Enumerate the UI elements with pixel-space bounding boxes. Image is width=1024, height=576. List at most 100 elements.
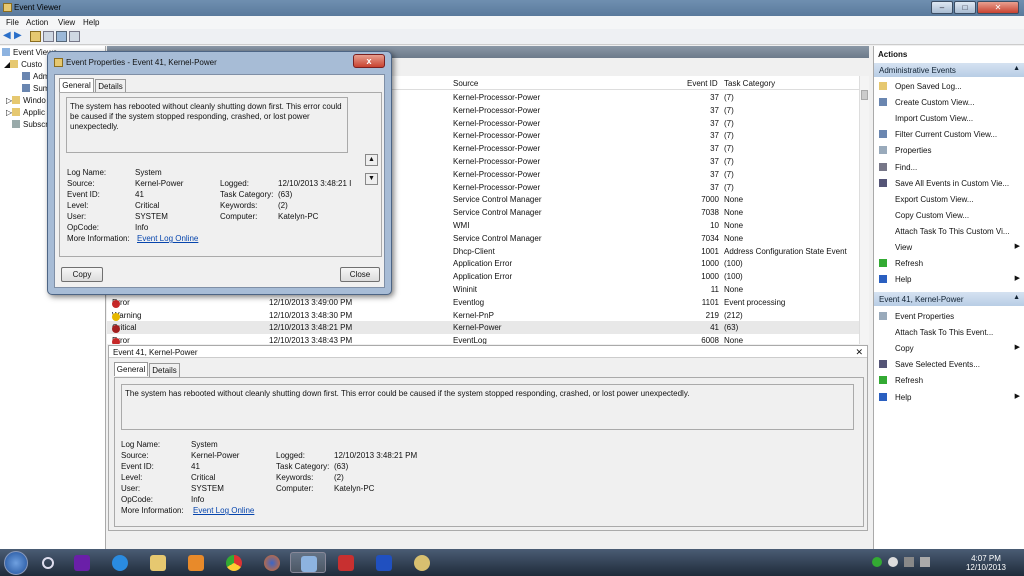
menu-help[interactable]: Help bbox=[83, 18, 99, 27]
tree-item-custom-views[interactable]: ◢ Custo bbox=[4, 60, 42, 69]
import-icon bbox=[879, 114, 887, 122]
source-cell: Kernel-PnP bbox=[453, 310, 494, 320]
action-properties[interactable]: Properties bbox=[874, 143, 1024, 157]
taskbar-paint[interactable] bbox=[404, 552, 440, 573]
volume-icon[interactable] bbox=[920, 557, 930, 567]
action-export-custom-view[interactable]: Export Custom View... bbox=[874, 192, 1024, 206]
clock-time: 4:07 PM bbox=[971, 554, 1001, 563]
action-open-saved-log[interactable]: Open Saved Log... bbox=[874, 79, 1024, 93]
dialog-close-icon[interactable]: x bbox=[353, 54, 385, 68]
event-id-cell: 7038 bbox=[701, 208, 719, 218]
next-event-icon[interactable]: ▼ bbox=[365, 173, 378, 185]
menu-action[interactable]: Action bbox=[26, 18, 48, 27]
task-category-cell: (7) bbox=[724, 169, 734, 179]
tree-item-windows-logs[interactable]: ▷ Windo bbox=[6, 96, 46, 105]
tray-icon[interactable] bbox=[872, 557, 882, 567]
clock[interactable]: 4:07 PM 12/10/2013 bbox=[966, 554, 1006, 572]
show-hide-tree-icon[interactable] bbox=[43, 31, 54, 42]
event-viewer-icon bbox=[3, 3, 12, 12]
taskbar-event-viewer[interactable] bbox=[290, 552, 326, 573]
collapse-icon[interactable]: ▲ bbox=[1013, 65, 1020, 72]
date-cell: 12/10/2013 3:48:43 PM bbox=[269, 336, 353, 344]
action-copy[interactable]: Copy ▶ bbox=[874, 341, 1024, 355]
action-attach-task-to-this-custom-vi[interactable]: Attach Task To This Custom Vi... bbox=[874, 224, 1024, 238]
taskbar-toolbox[interactable] bbox=[328, 552, 364, 573]
forward-icon[interactable]: ▶ bbox=[14, 31, 25, 42]
event-list-scrollbar[interactable] bbox=[859, 76, 869, 344]
dlg-value-log-name: System bbox=[135, 168, 162, 177]
event-id-cell: 37 bbox=[710, 131, 719, 141]
dlg-value-opcode: Info bbox=[135, 223, 149, 232]
event-log-online-link[interactable]: Event Log Online bbox=[193, 506, 254, 515]
dlg-event-log-online-link[interactable]: Event Log Online bbox=[137, 234, 198, 243]
detail-close-icon[interactable]: ✕ bbox=[855, 347, 863, 358]
taskbar-remote-desktop[interactable] bbox=[366, 552, 402, 573]
action-attach-task-to-this-event[interactable]: Attach Task To This Event... bbox=[874, 325, 1024, 339]
action-find[interactable]: Find... bbox=[874, 160, 1024, 174]
taskbar-explorer[interactable] bbox=[140, 552, 176, 573]
folder-icon[interactable] bbox=[30, 31, 41, 42]
filter-icon bbox=[22, 84, 30, 92]
table-row[interactable]: Error 12/10/2013 3:48:43 PM EventLog 6008 No… bbox=[107, 334, 859, 344]
action-refresh[interactable]: Refresh bbox=[874, 256, 1024, 270]
properties-icon[interactable] bbox=[69, 31, 80, 42]
previous-event-icon[interactable]: ▲ bbox=[365, 154, 378, 166]
detail-header: Event 41, Kernel-Power ✕ bbox=[109, 346, 867, 358]
taskbar-media-player[interactable] bbox=[178, 552, 214, 573]
dialog-close-button[interactable]: Close bbox=[340, 267, 380, 282]
action-copy-custom-view[interactable]: Copy Custom View... bbox=[874, 208, 1024, 222]
taskbar-internet-explorer[interactable] bbox=[102, 552, 138, 573]
menu-view[interactable]: View bbox=[58, 18, 75, 27]
taskbar-yahoo[interactable] bbox=[64, 552, 100, 573]
help-icon[interactable] bbox=[56, 31, 67, 42]
paint-icon bbox=[414, 555, 430, 571]
collapse-icon[interactable]: ▲ bbox=[1013, 294, 1020, 301]
taskbar-chrome[interactable] bbox=[216, 552, 252, 573]
value-opcode: Info bbox=[191, 495, 205, 504]
action-label: Event Properties bbox=[895, 312, 955, 321]
action-filter-current-custom-view[interactable]: Filter Current Custom View... bbox=[874, 127, 1024, 141]
event-id-cell: 1000 bbox=[701, 272, 719, 282]
action-event-properties[interactable]: Event Properties bbox=[874, 309, 1024, 323]
source-cell: Service Control Manager bbox=[453, 233, 542, 243]
tree-item-summary[interactable]: Sum bbox=[22, 84, 49, 93]
action-create-custom-view[interactable]: Create Custom View... bbox=[874, 95, 1024, 109]
taskbar-firefox[interactable] bbox=[254, 552, 290, 573]
table-row[interactable]: Critical 12/10/2013 3:48:21 PM Kernel-Powe… bbox=[107, 321, 859, 335]
action-refresh[interactable]: Refresh bbox=[874, 373, 1024, 387]
menu-file[interactable]: File bbox=[6, 18, 19, 27]
dialog-tab-details[interactable]: Details bbox=[95, 79, 126, 93]
start-button[interactable] bbox=[4, 551, 28, 575]
table-row[interactable]: Error 12/10/2013 3:49:00 PM Eventlog 1101 Ev… bbox=[107, 296, 859, 309]
value-logged: 12/10/2013 3:48:21 PM bbox=[334, 451, 418, 460]
tray-icon[interactable] bbox=[888, 557, 898, 567]
power-icon[interactable] bbox=[42, 557, 54, 569]
action-save-selected-events[interactable]: Save Selected Events... bbox=[874, 357, 1024, 371]
actions-section-event[interactable]: Event 41, Kernel-Power ▲ bbox=[874, 292, 1024, 306]
actions-section-administrative-events[interactable]: Administrative Events ▲ bbox=[874, 63, 1024, 77]
action-view[interactable]: View ▶ bbox=[874, 240, 1024, 254]
back-icon[interactable]: ◀ bbox=[3, 31, 14, 42]
tree-item-subscriptions[interactable]: Subscri bbox=[12, 120, 50, 129]
network-icon[interactable] bbox=[904, 557, 914, 567]
column-source[interactable]: Source bbox=[453, 79, 478, 88]
maximize-button[interactable]: □ bbox=[954, 1, 976, 14]
action-help[interactable]: Help ▶ bbox=[874, 390, 1024, 404]
table-row[interactable]: Warning 12/10/2013 3:48:30 PM Kernel-PnP 21… bbox=[107, 309, 859, 322]
close-button[interactable]: ✕ bbox=[977, 1, 1019, 14]
minimize-button[interactable]: – bbox=[931, 1, 953, 14]
tree-item-applications[interactable]: ▷ Applic bbox=[6, 108, 45, 117]
action-label: Attach Task To This Custom Vi... bbox=[895, 226, 1010, 236]
tab-general[interactable]: General bbox=[114, 362, 148, 376]
column-task-category[interactable]: Task Category bbox=[724, 79, 775, 88]
action-help[interactable]: Help ▶ bbox=[874, 272, 1024, 286]
action-save-all-events-in-custom-vie[interactable]: Save All Events in Custom Vie... bbox=[874, 176, 1024, 190]
tab-details[interactable]: Details bbox=[149, 363, 180, 377]
find-icon bbox=[879, 162, 887, 171]
column-event-id[interactable]: Event ID bbox=[687, 79, 718, 88]
action-import-custom-view[interactable]: Import Custom View... bbox=[874, 111, 1024, 125]
dialog-general-panel: The system has rebooted without cleanly … bbox=[59, 92, 382, 257]
dialog-tab-general[interactable]: General bbox=[59, 78, 94, 92]
help-icon bbox=[879, 392, 887, 401]
copy-button[interactable]: Copy bbox=[61, 267, 103, 282]
